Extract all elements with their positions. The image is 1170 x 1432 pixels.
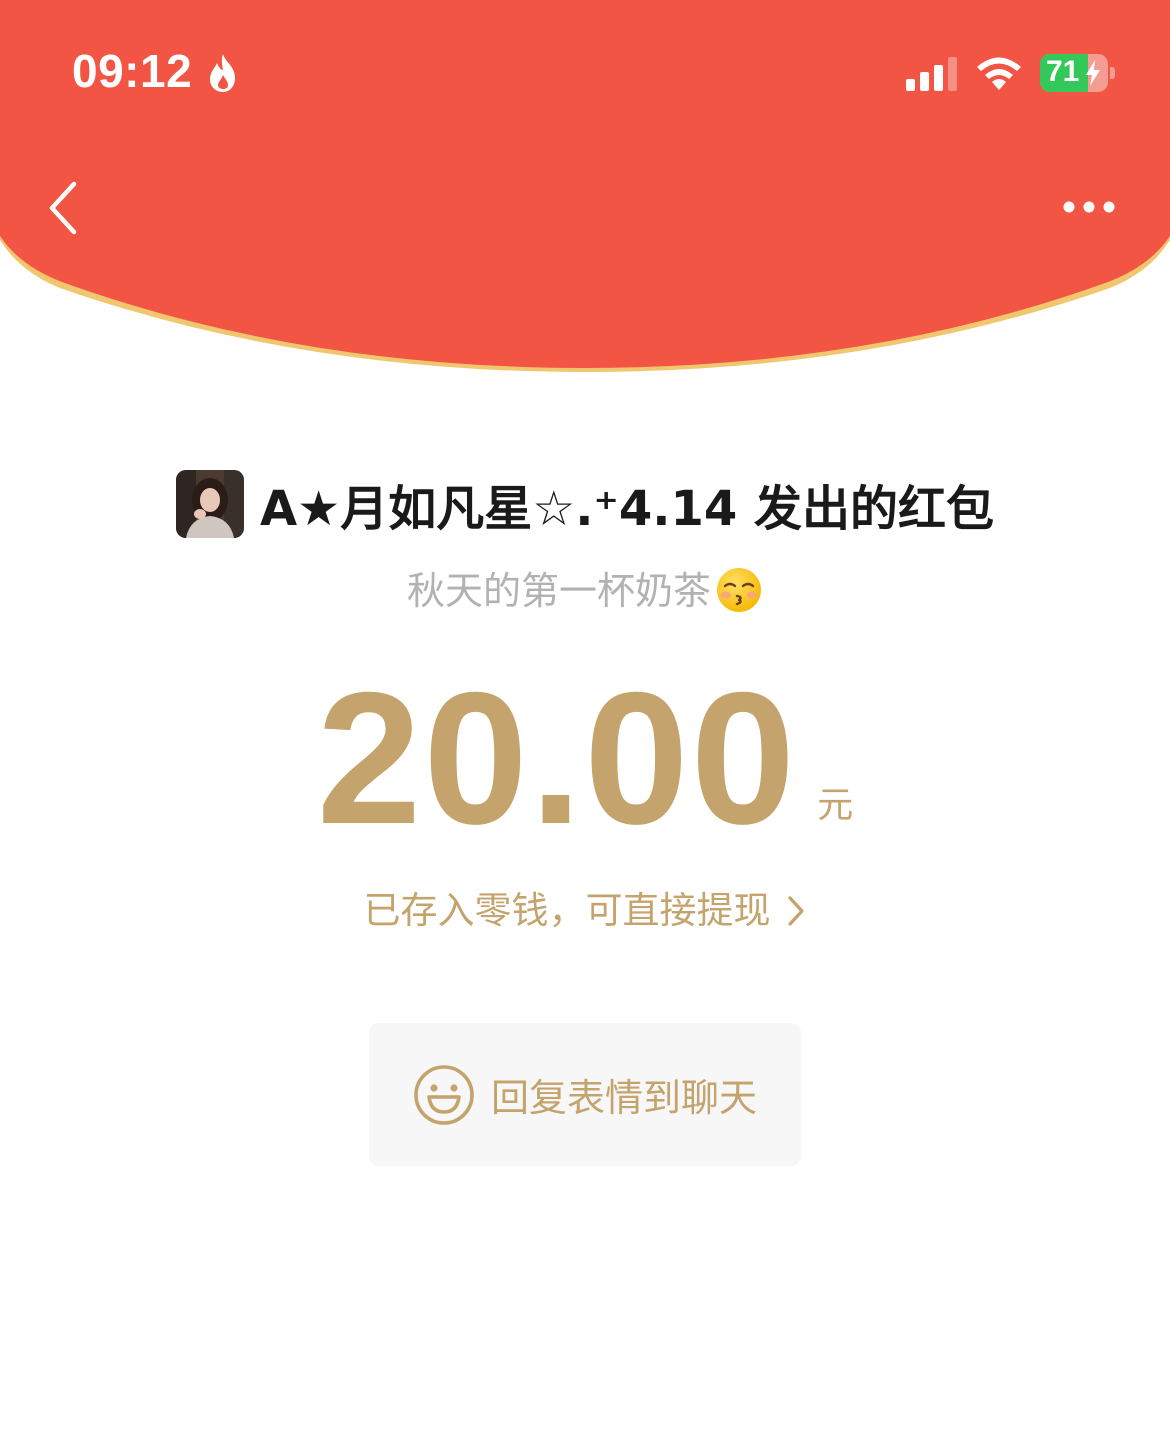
sender-title: A★月如凡星☆.⁺4.14 发出的红包 <box>260 481 994 537</box>
reply-button-label: 回复表情到聊天 <box>490 1076 757 1120</box>
reply-emoji-button[interactable]: 回复表情到聊天 <box>369 1023 801 1166</box>
battery-body: 71 <box>1040 54 1108 92</box>
battery-cap <box>1110 67 1115 79</box>
bolt-icon <box>1086 60 1100 86</box>
smile-icon <box>414 1064 474 1125</box>
amount-row: 20.00 元 <box>0 653 1170 863</box>
more-button[interactable] <box>1058 188 1120 226</box>
more-dots-icon <box>1063 201 1115 213</box>
status-time: 09:12 <box>72 45 193 97</box>
chevron-left-icon <box>49 181 77 235</box>
kissing-face-emoji <box>717 568 761 612</box>
greeting-line: 秋天的第一杯奶茶 <box>0 560 1170 615</box>
amount-value: 20.00 <box>316 653 798 863</box>
wallet-notice-text: 已存入零钱，可直接提现 <box>363 889 771 932</box>
battery-percent: 71 <box>1046 55 1080 88</box>
sender-avatar[interactable] <box>176 470 245 538</box>
chevron-right-icon <box>787 896 804 926</box>
back-button[interactable] <box>40 178 90 238</box>
greeting-text: 秋天的第一杯奶茶 <box>406 569 711 613</box>
wifi-icon <box>977 57 1021 90</box>
amount-unit: 元 <box>817 785 854 826</box>
battery-indicator: 71 <box>1040 54 1118 92</box>
wallet-notice-link[interactable]: 已存入零钱，可直接提现 <box>0 880 1170 934</box>
sender-row: A★月如凡星☆.⁺4.14 发出的红包 <box>0 468 1170 540</box>
flame-icon <box>210 54 235 92</box>
cellular-signal-icon <box>906 57 957 91</box>
